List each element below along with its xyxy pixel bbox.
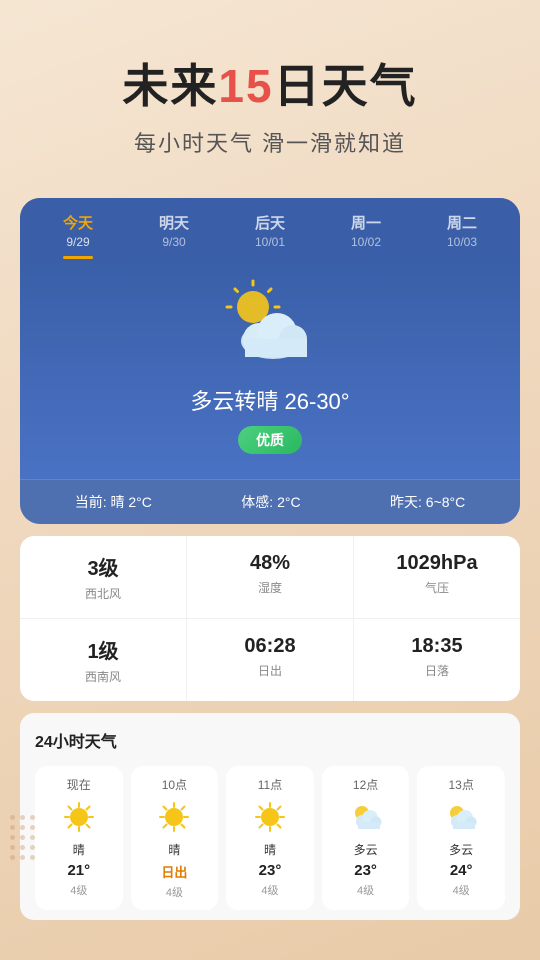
tab-tomorrow-label: 明天 bbox=[126, 212, 222, 233]
hourly-12-condition: 多云 bbox=[326, 841, 406, 858]
hourly-title: 24小时天气 bbox=[35, 728, 505, 752]
wind-level: 3级 西北风 bbox=[20, 536, 187, 618]
hourly-11-condition: 晴 bbox=[230, 841, 310, 858]
hourly-12-temp: 23° bbox=[326, 862, 406, 879]
hero-subtitle: 每小时天气 滑一滑就知道 bbox=[20, 126, 520, 158]
hourly-11: 11点 晴 23° 4级 bbox=[226, 766, 314, 910]
tab-tomorrow[interactable]: 明天 9/30 bbox=[126, 198, 222, 259]
cloudy-icon-12 bbox=[348, 799, 384, 835]
hourly-13-temp: 24° bbox=[421, 862, 501, 879]
hourly-13-wind: 4级 bbox=[421, 882, 501, 898]
hourly-10: 10点 晴 日出 4级 bbox=[131, 766, 219, 910]
tab-tue[interactable]: 周二 10/03 bbox=[414, 198, 510, 259]
current-temp: 当前: 晴 2°C bbox=[75, 492, 152, 512]
sunset-label: 日落 bbox=[364, 662, 510, 679]
wind-level-label: 西北风 bbox=[30, 585, 176, 602]
tab-tue-date: 10/03 bbox=[414, 235, 510, 249]
tab-day-after[interactable]: 后天 10/01 bbox=[222, 198, 318, 259]
sunrise-label: 日出 bbox=[197, 662, 343, 679]
weather-card: 今天 9/29 明天 9/30 后天 10/01 周一 10/02 周二 10/… bbox=[20, 198, 520, 524]
info-bar: 当前: 晴 2°C 体感: 2°C 昨天: 6~8°C bbox=[20, 479, 520, 524]
hourly-10-time: 10点 bbox=[135, 776, 215, 793]
hourly-now: 现在 晴 21° 4级 bbox=[35, 766, 123, 910]
sunrise-value: 06:28 bbox=[197, 635, 343, 658]
title-suffix: 日天气 bbox=[274, 60, 418, 112]
feels-like: 体感: 2°C bbox=[241, 492, 300, 512]
tab-tue-label: 周二 bbox=[414, 212, 510, 233]
yesterday-temp: 昨天: 6~8°C bbox=[390, 492, 465, 512]
tab-mon-date: 10/02 bbox=[318, 235, 414, 249]
humidity-label: 湿度 bbox=[197, 579, 343, 596]
hourly-11-wind: 4级 bbox=[230, 882, 310, 898]
tab-today-date: 9/29 bbox=[30, 235, 126, 249]
title-prefix: 未来 bbox=[122, 60, 218, 112]
tab-mon-label: 周一 bbox=[318, 212, 414, 233]
tab-day-after-label: 后天 bbox=[222, 212, 318, 233]
weather-icon-container bbox=[40, 279, 500, 369]
hourly-10-sub: 日出 bbox=[135, 862, 215, 881]
hourly-13-condition: 多云 bbox=[421, 841, 501, 858]
sunny-icon-10 bbox=[156, 799, 192, 835]
wind-level-value: 3级 bbox=[30, 552, 176, 581]
sunny-icon-11 bbox=[252, 799, 288, 835]
hourly-12: 12点 多云 23° 4级 bbox=[322, 766, 410, 910]
tab-today-label: 今天 bbox=[30, 212, 126, 233]
weather-description: 多云转晴 26-30° bbox=[40, 384, 500, 416]
quality-badge: 优质 bbox=[238, 426, 302, 454]
tab-tomorrow-date: 9/30 bbox=[126, 235, 222, 249]
wind-level-2-label: 西南风 bbox=[30, 668, 176, 685]
hourly-now-wind: 4级 bbox=[39, 882, 119, 898]
hourly-10-condition: 晴 bbox=[135, 841, 215, 858]
sunset-value: 18:35 bbox=[364, 635, 510, 658]
hourly-10-wind: 4级 bbox=[135, 884, 215, 900]
tab-day-after-date: 10/01 bbox=[222, 235, 318, 249]
grid-row-1: 3级 西北风 48% 湿度 1029hPa 气压 bbox=[20, 536, 520, 619]
hourly-section: 24小时天气 现在 bbox=[20, 713, 520, 920]
tab-mon[interactable]: 周一 10/02 bbox=[318, 198, 414, 259]
pressure-label: 气压 bbox=[364, 579, 510, 596]
title-number: 15 bbox=[218, 60, 273, 112]
hero-title: 未来15日天气 bbox=[20, 50, 520, 116]
hourly-12-wind: 4级 bbox=[326, 882, 406, 898]
humidity-value: 48% bbox=[197, 552, 343, 575]
hourly-11-time: 11点 bbox=[230, 776, 310, 793]
decorative-dots bbox=[10, 815, 35, 860]
hourly-now-temp: 21° bbox=[39, 862, 119, 879]
hourly-list: 现在 晴 21° 4级 bbox=[35, 766, 505, 910]
sunset: 18:35 日落 bbox=[354, 619, 520, 701]
sunny-icon-now bbox=[61, 799, 97, 835]
cloudy-sunny-icon bbox=[215, 279, 325, 369]
tab-today[interactable]: 今天 9/29 bbox=[30, 198, 126, 259]
pressure: 1029hPa 气压 bbox=[354, 536, 520, 618]
hourly-now-condition: 晴 bbox=[39, 841, 119, 858]
humidity: 48% 湿度 bbox=[187, 536, 354, 618]
sunrise: 06:28 日出 bbox=[187, 619, 354, 701]
hourly-13-time: 13点 bbox=[421, 776, 501, 793]
hourly-13: 13点 多云 24° 4级 bbox=[417, 766, 505, 910]
weather-main: 多云转晴 26-30° 优质 bbox=[20, 259, 520, 479]
hero-section: 未来15日天气 每小时天气 滑一滑就知道 bbox=[0, 0, 540, 188]
cloudy-icon-13 bbox=[443, 799, 479, 835]
grid-row-2: 1级 西南风 06:28 日出 18:35 日落 bbox=[20, 619, 520, 701]
wind-level-2-value: 1级 bbox=[30, 635, 176, 664]
day-tabs: 今天 9/29 明天 9/30 后天 10/01 周一 10/02 周二 10/… bbox=[20, 198, 520, 259]
hourly-12-time: 12点 bbox=[326, 776, 406, 793]
pressure-value: 1029hPa bbox=[364, 552, 510, 575]
hourly-11-temp: 23° bbox=[230, 862, 310, 879]
wind-level-2: 1级 西南风 bbox=[20, 619, 187, 701]
weather-grid: 3级 西北风 48% 湿度 1029hPa 气压 1级 西南风 06:28 日出… bbox=[20, 536, 520, 701]
hourly-now-time: 现在 bbox=[39, 776, 119, 793]
